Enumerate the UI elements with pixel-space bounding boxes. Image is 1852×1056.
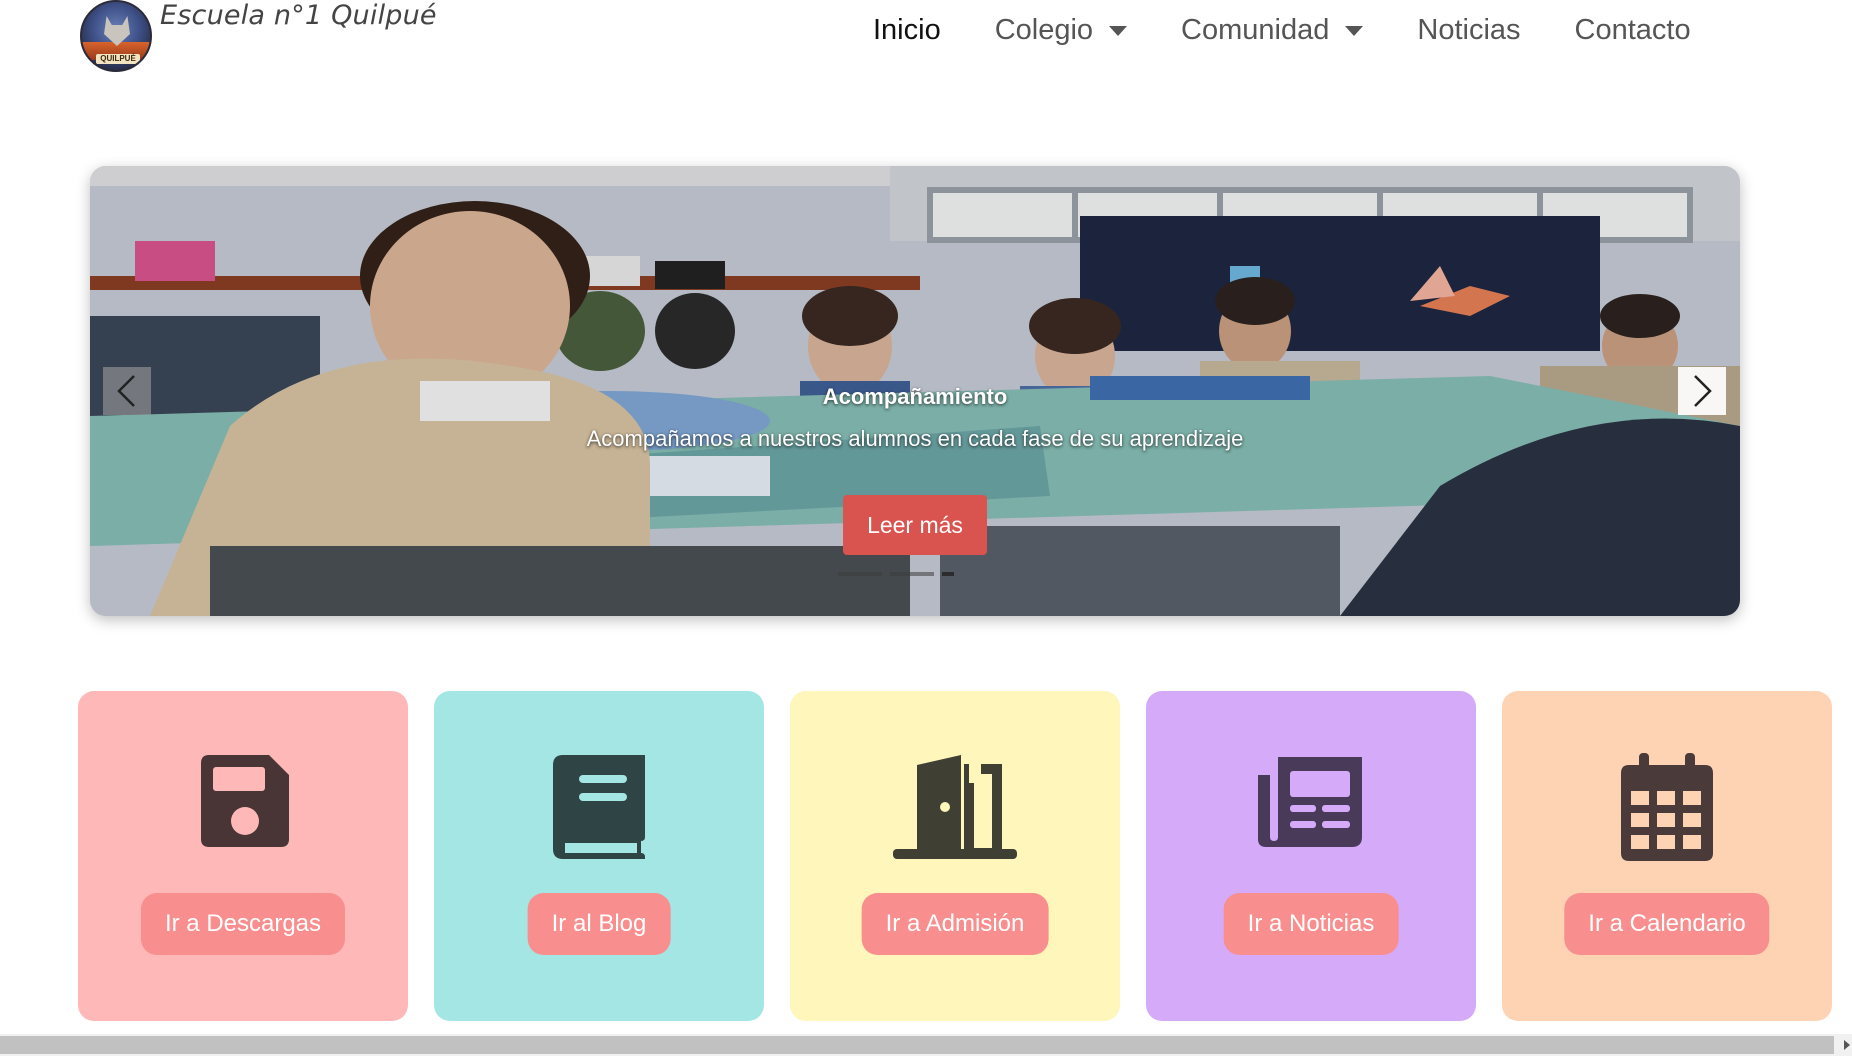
- ir-al-blog-button[interactable]: Ir al Blog: [527, 893, 671, 955]
- ir-a-noticias-button[interactable]: Ir a Noticias: [1223, 893, 1399, 955]
- nav-item-colegio[interactable]: Colegio: [994, 14, 1128, 47]
- card-descargas: Ir a Descargas: [78, 691, 408, 1021]
- carousel-caption-title: Acompañamiento: [822, 384, 1008, 409]
- carousel-prev-button[interactable]: [103, 367, 151, 415]
- horizontal-scrollbar[interactable]: [0, 1034, 1852, 1056]
- carousel-next-button[interactable]: [1678, 367, 1726, 415]
- ir-a-calendario-button[interactable]: Ir a Calendario: [1564, 893, 1770, 955]
- carousel-indicator[interactable]: [890, 572, 934, 576]
- caret-down-icon: [1345, 25, 1364, 36]
- scroll-right-arrow-icon[interactable]: [1844, 1040, 1850, 1050]
- brand-name[interactable]: Escuela n°1 Quilpué: [160, 0, 437, 31]
- chevron-left-icon: [117, 375, 135, 407]
- nav-item-comunidad[interactable]: Comunidad: [1181, 14, 1364, 47]
- nav-label: Comunidad: [1181, 14, 1330, 46]
- card-blog: Ir al Blog: [434, 691, 764, 1021]
- nav-item-contacto[interactable]: Contacto: [1575, 14, 1691, 47]
- carousel-indicator-active[interactable]: [942, 572, 954, 576]
- carousel-indicators: [838, 572, 962, 576]
- book-icon: [553, 755, 645, 859]
- calendar-icon: [1621, 753, 1713, 861]
- logo-ribbon-label: QUILPUÉ: [96, 54, 140, 64]
- carousel-caption-text: Acompañamos a nuestros alumnos en cada f…: [586, 426, 1244, 451]
- card-admision: Ir a Admisión: [790, 691, 1120, 1021]
- nav-label: Noticias: [1417, 14, 1521, 46]
- leer-mas-button[interactable]: Leer más: [843, 495, 987, 555]
- door-open-icon: [893, 755, 1017, 859]
- card-calendario: Ir a Calendario: [1502, 691, 1832, 1021]
- hero-carousel[interactable]: Acompañamiento Acompañamos a nuestros al…: [90, 166, 1740, 616]
- card-noticias: Ir a Noticias: [1146, 691, 1476, 1021]
- chevron-right-icon: [1694, 375, 1712, 407]
- school-logo[interactable]: QUILPUÉ: [80, 0, 152, 72]
- floppy-disk-icon: [201, 755, 289, 847]
- caret-down-icon: [1109, 25, 1128, 36]
- nav-label: Colegio: [994, 14, 1094, 46]
- nav-label: Contacto: [1574, 14, 1691, 46]
- scrollbar-thumb[interactable]: [0, 1036, 1834, 1054]
- ir-a-admision-button[interactable]: Ir a Admisión: [861, 893, 1049, 955]
- site-header: QUILPUÉ Escuela n°1 Quilpué Inicio Coleg…: [0, 0, 1852, 90]
- main-nav: Inicio Colegio Comunidad Noticias Contac…: [873, 14, 1745, 47]
- nav-label: Inicio: [873, 14, 941, 46]
- nav-item-inicio[interactable]: Inicio: [873, 14, 941, 47]
- newspaper-icon: [1258, 757, 1362, 847]
- nav-item-noticias[interactable]: Noticias: [1417, 14, 1520, 47]
- carousel-indicator[interactable]: [838, 572, 882, 576]
- ir-a-descargas-button[interactable]: Ir a Descargas: [140, 893, 346, 955]
